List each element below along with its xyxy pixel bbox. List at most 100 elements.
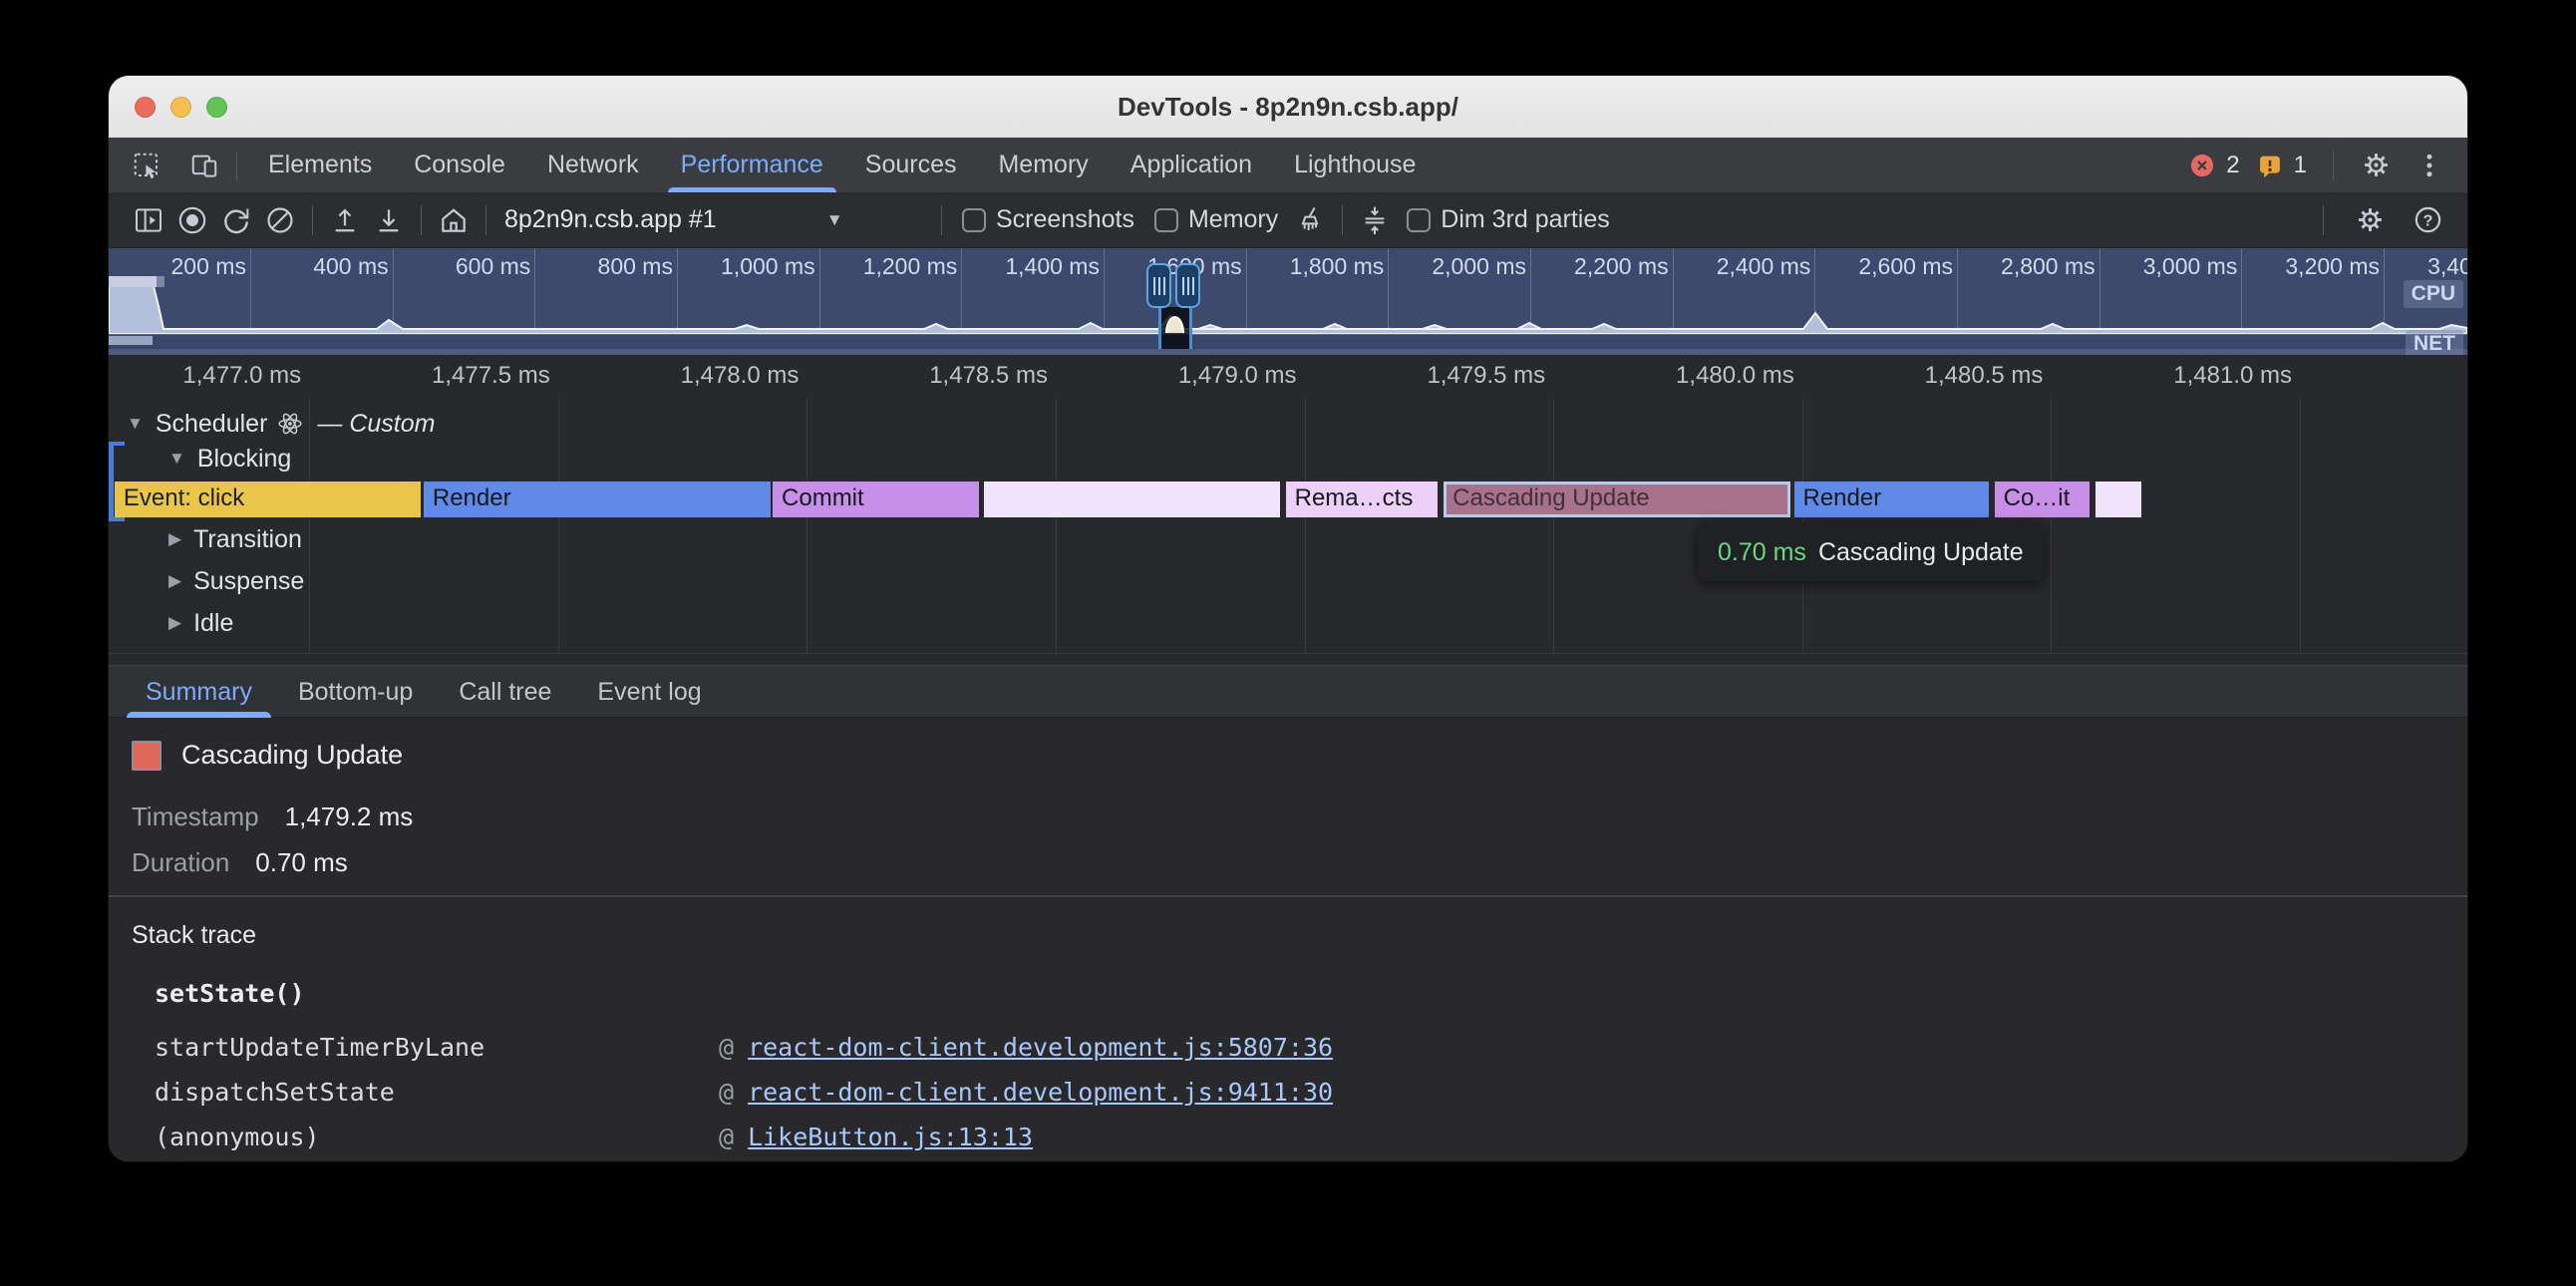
tab-sources[interactable]: Sources [844,138,978,192]
tab-lighthouse[interactable]: Lighthouse [1273,138,1437,192]
target-label: 8p2n9n.csb.app #1 [504,205,717,234]
stack-link[interactable]: LikeButton.js:13:13 [748,1123,1033,1151]
at-symbol: @ [719,1078,734,1107]
selection-left-handle[interactable] [1146,263,1171,308]
grid-vline [558,398,559,653]
grid-vline [806,398,807,653]
tab-elements[interactable]: Elements [247,138,393,192]
event-color-swatch [132,741,161,771]
tab-console[interactable]: Console [393,138,526,192]
track-scheduler[interactable]: ▼ Scheduler — Custom [127,408,436,440]
screenshots-checkbox[interactable]: Screenshots [962,205,1134,234]
details-tab-bottom-up[interactable]: Bottom-up [275,666,436,718]
divider [2323,205,2324,235]
flame-bar-commit[interactable]: Commit [773,482,979,517]
home-icon[interactable] [432,198,476,242]
help-icon[interactable]: ? [2406,198,2449,242]
inspect-element-icon[interactable] [125,144,168,187]
flame-bar-cascading-update[interactable]: Cascading Update [1444,482,1790,517]
divider [941,205,942,235]
titlebar: DevTools - 8p2n9n.csb.app/ [109,76,2467,138]
event-tooltip: 0.70 ms Cascading Update [1698,523,2044,581]
dim-3rd-parties-checkbox[interactable]: Dim 3rd parties [1407,205,1610,234]
timeline-overview[interactable]: 200 ms400 ms600 ms800 ms1,000 ms1,200 ms… [109,248,2467,355]
grid-vline [2300,398,2301,653]
toggle-sidebar-icon[interactable] [127,198,170,242]
warning-count: 1 [2294,152,2307,179]
track-suspense[interactable]: ▶ Suspense [168,566,304,596]
kebab-menu-icon[interactable] [2408,144,2451,187]
upload-profile-icon[interactable] [323,198,367,242]
at-symbol: @ [719,1123,734,1151]
clear-icon[interactable] [258,198,302,242]
svg-text:?: ? [2422,211,2432,229]
checkbox-icon [1407,208,1431,232]
timestamp-value: 1,479.2 ms [285,802,414,832]
frame-function: dispatchSetState [155,1078,719,1107]
chevron-down-icon: ▼ [826,210,843,230]
tab-memory[interactable]: Memory [977,138,1109,192]
stack-link[interactable]: react-dom-client.development.js:5807:36 [748,1033,1333,1062]
flame-bar-unlabeled[interactable] [984,482,1280,517]
flame-bar-render[interactable]: Render [424,482,771,517]
error-count: 2 [2226,152,2239,179]
divider [485,205,486,235]
collapse-tracks-icon[interactable] [1353,198,1397,242]
stack-link[interactable]: react-dom-client.development.js:9411:30 [748,1078,1333,1107]
collapsed-triangle-icon[interactable]: ▶ [168,613,181,633]
network-request-bar [109,276,164,287]
download-profile-icon[interactable] [367,198,411,242]
network-lane-bar [109,336,153,345]
blocking-flame-row: Event: clickRenderCommitRema…ctsCascadin… [109,482,2467,517]
flame-chart[interactable]: ▼ Scheduler — Custom ▼ Blocking Event: c… [109,398,2467,665]
capture-settings-gear-icon[interactable] [2348,198,2392,242]
details-tab-call-tree[interactable]: Call tree [436,666,574,718]
settings-gear-icon[interactable] [2354,144,2398,187]
details-tab-summary[interactable]: Summary [123,666,275,718]
close-button[interactable] [135,97,156,118]
expand-triangle-icon[interactable]: ▼ [168,449,185,469]
track-idle[interactable]: ▶ Idle [168,608,233,638]
stack-origin: setState() [155,979,305,1008]
flame-bar-co-it[interactable]: Co…it [1995,482,2091,517]
track-blocking[interactable]: ▼ Blocking [168,444,291,474]
error-icon[interactable] [2188,152,2216,179]
tab-application[interactable]: Application [1110,138,1273,192]
collapsed-triangle-icon[interactable]: ▶ [168,529,181,549]
warning-icon[interactable] [2256,152,2284,179]
react-atom-icon [277,411,303,437]
devtools-window: DevTools - 8p2n9n.csb.app/ ElementsConso… [109,76,2467,1161]
record-icon[interactable] [170,198,214,242]
track-transition[interactable]: ▶ Transition [168,524,302,554]
stack-trace-pane: Stack trace setState() startUpdateTimerB… [109,895,2467,1161]
tab-network[interactable]: Network [526,138,660,192]
memory-checkbox[interactable]: Memory [1154,205,1278,234]
expand-triangle-icon[interactable]: ▼ [127,414,144,434]
target-dropdown[interactable]: 8p2n9n.csb.app #1 ▼ [504,205,923,234]
divider [312,205,313,235]
divider [2333,151,2334,180]
record-and-reload-icon[interactable] [214,198,258,242]
divider [1342,205,1343,235]
zoom-button[interactable] [206,97,227,118]
garbage-collect-icon[interactable] [1288,198,1332,242]
stack-frames: startUpdateTimerByLane@react-dom-client.… [155,1025,2437,1159]
selection-right-handle[interactable] [1175,263,1200,308]
collapsed-triangle-icon[interactable]: ▶ [168,571,181,591]
flame-bar-rema-cts[interactable]: Rema…cts [1286,482,1439,517]
stack-frame: (anonymous)@LikeButton.js:13:13 [155,1115,2437,1159]
details-tab-event-log[interactable]: Event log [574,666,724,718]
flame-bar-render[interactable]: Render [1794,482,1989,517]
flame-bar-event-click[interactable]: Event: click [115,482,422,517]
details-tabbar: SummaryBottom-upCall treeEvent log [109,665,2467,718]
traffic-lights [135,76,227,138]
device-toolbar-icon[interactable] [182,144,226,187]
grid-hline [109,653,2467,654]
tab-performance[interactable]: Performance [660,138,844,192]
tooltip-duration: 0.70 ms [1718,538,1806,567]
divider [421,205,422,235]
grid-vline [1553,398,1554,653]
desktop: DevTools - 8p2n9n.csb.app/ ElementsConso… [0,0,2576,1286]
minimize-button[interactable] [170,97,191,118]
flame-bar-unlabeled[interactable] [2095,482,2141,517]
